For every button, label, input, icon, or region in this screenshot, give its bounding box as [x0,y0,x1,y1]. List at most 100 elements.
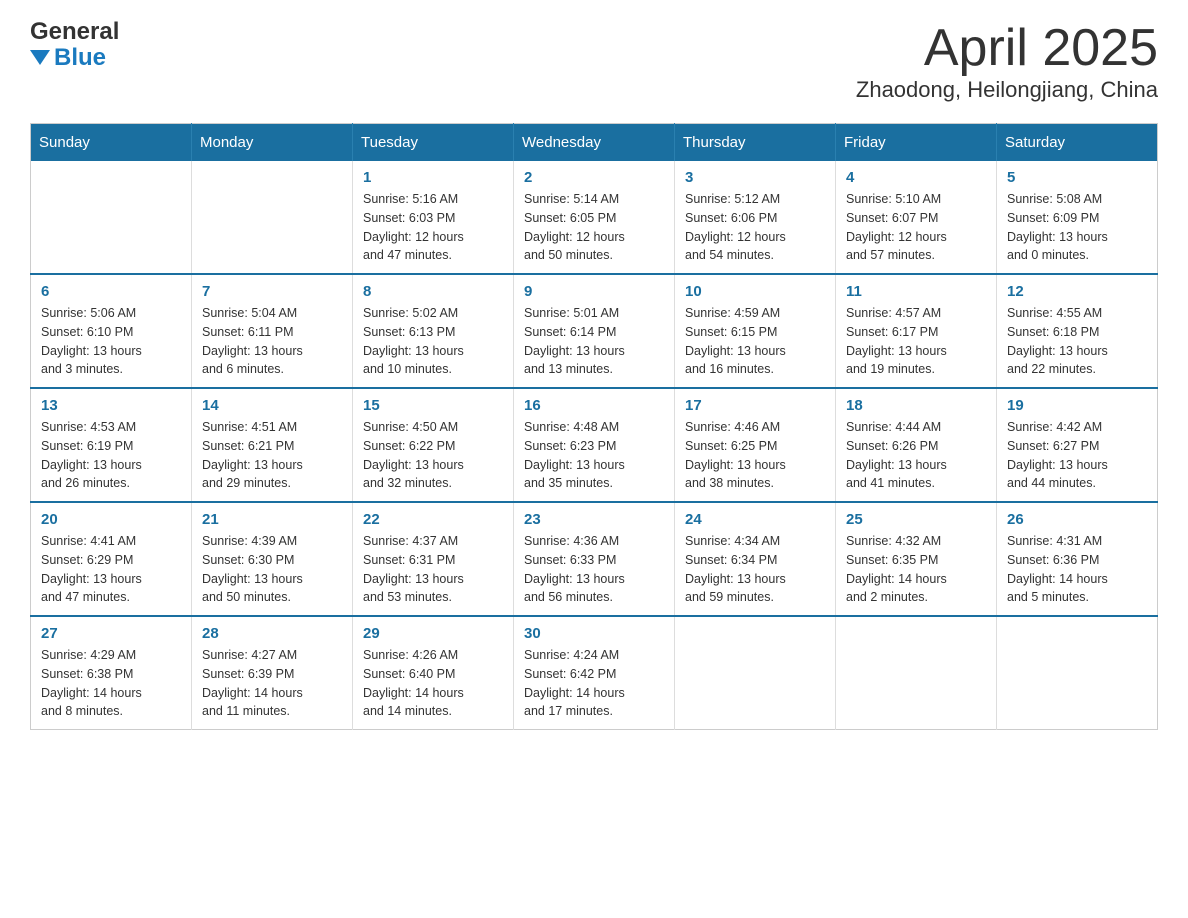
calendar-header-thursday: Thursday [675,124,836,162]
day-number: 15 [363,397,503,414]
day-info: Sunrise: 5:12 AM Sunset: 6:06 PM Dayligh… [685,190,825,265]
day-number: 18 [846,397,986,414]
calendar-cell: 6 Sunrise: 5:06 AM Sunset: 6:10 PM Daylig… [31,274,192,388]
calendar-header-friday: Friday [836,124,997,162]
day-info: Sunrise: 4:46 AM Sunset: 6:25 PM Dayligh… [685,418,825,493]
day-number: 14 [202,397,342,414]
logo: General Blue [30,20,119,72]
calendar-cell: 27Sunrise: 4:29 AM Sunset: 6:38 PM Dayli… [31,616,192,730]
calendar-header-wednesday: Wednesday [514,124,675,162]
day-info: Sunrise: 4:57 AM Sunset: 6:17 PM Dayligh… [846,304,986,379]
day-number: 21 [202,511,342,528]
day-info: Sunrise: 4:42 AM Sunset: 6:27 PM Dayligh… [1007,418,1147,493]
day-number: 20 [41,511,181,528]
calendar-cell: 7Sunrise: 5:04 AM Sunset: 6:11 PM Daylig… [192,274,353,388]
calendar-cell: 21 Sunrise: 4:39 AM Sunset: 6:30 PM Dayli… [192,502,353,616]
day-info: Sunrise: 4:36 AM Sunset: 6:33 PM Dayligh… [524,532,664,607]
day-number: 1 [363,169,503,186]
day-info: Sunrise: 4:34 AM Sunset: 6:34 PM Dayligh… [685,532,825,607]
calendar-header-row: SundayMondayTuesdayWednesdayThursdayFrid… [31,124,1158,162]
calendar-cell: 20 Sunrise: 4:41 AM Sunset: 6:29 PM Dayli… [31,502,192,616]
day-info: Sunrise: 4:48 AM Sunset: 6:23 PM Dayligh… [524,418,664,493]
calendar-week-5: 27Sunrise: 4:29 AM Sunset: 6:38 PM Dayli… [31,616,1158,730]
calendar-cell: 28 Sunrise: 4:27 AM Sunset: 6:39 PM Dayli… [192,616,353,730]
day-info: Sunrise: 4:53 AM Sunset: 6:19 PM Dayligh… [41,418,181,493]
day-info: Sunrise: 4:41 AM Sunset: 6:29 PM Dayligh… [41,532,181,607]
day-info: Sunrise: 5:14 AM Sunset: 6:05 PM Dayligh… [524,190,664,265]
day-number: 6 [41,283,181,300]
day-info: Sunrise: 5:02 AM Sunset: 6:13 PM Dayligh… [363,304,503,379]
calendar-week-1: 1Sunrise: 5:16 AM Sunset: 6:03 PM Daylig… [31,161,1158,274]
day-info: Sunrise: 5:06 AM Sunset: 6:10 PM Dayligh… [41,304,181,379]
page-header: General Blue April 2025 Zhaodong, Heilon… [30,20,1158,103]
day-info: Sunrise: 4:37 AM Sunset: 6:31 PM Dayligh… [363,532,503,607]
month-title: April 2025 [856,20,1158,77]
triangle-icon [30,50,50,65]
day-number: 11 [846,283,986,300]
calendar-cell: 19 Sunrise: 4:42 AM Sunset: 6:27 PM Dayli… [997,388,1158,502]
calendar-cell: 4 Sunrise: 5:10 AM Sunset: 6:07 PM Daylig… [836,161,997,274]
calendar-week-2: 6 Sunrise: 5:06 AM Sunset: 6:10 PM Daylig… [31,274,1158,388]
day-info: Sunrise: 4:32 AM Sunset: 6:35 PM Dayligh… [846,532,986,607]
day-info: Sunrise: 4:55 AM Sunset: 6:18 PM Dayligh… [1007,304,1147,379]
day-number: 28 [202,625,342,642]
day-number: 19 [1007,397,1147,414]
day-number: 16 [524,397,664,414]
day-number: 17 [685,397,825,414]
calendar-cell: 24Sunrise: 4:34 AM Sunset: 6:34 PM Dayli… [675,502,836,616]
calendar-cell: 17 Sunrise: 4:46 AM Sunset: 6:25 PM Dayli… [675,388,836,502]
day-number: 25 [846,511,986,528]
logo-line2: Blue [30,44,106,72]
day-number: 3 [685,169,825,186]
day-number: 10 [685,283,825,300]
day-number: 23 [524,511,664,528]
day-info: Sunrise: 5:01 AM Sunset: 6:14 PM Dayligh… [524,304,664,379]
calendar-cell: 9 Sunrise: 5:01 AM Sunset: 6:14 PM Daylig… [514,274,675,388]
logo-line1: General [30,20,119,44]
calendar-cell: 22 Sunrise: 4:37 AM Sunset: 6:31 PM Dayli… [353,502,514,616]
day-number: 13 [41,397,181,414]
calendar-cell: 10 Sunrise: 4:59 AM Sunset: 6:15 PM Dayli… [675,274,836,388]
calendar-cell: 30 Sunrise: 4:24 AM Sunset: 6:42 PM Dayli… [514,616,675,730]
day-info: Sunrise: 5:08 AM Sunset: 6:09 PM Dayligh… [1007,190,1147,265]
day-info: Sunrise: 4:39 AM Sunset: 6:30 PM Dayligh… [202,532,342,607]
day-info: Sunrise: 4:27 AM Sunset: 6:39 PM Dayligh… [202,646,342,721]
day-number: 22 [363,511,503,528]
calendar-cell: 13 Sunrise: 4:53 AM Sunset: 6:19 PM Dayli… [31,388,192,502]
day-info: Sunrise: 4:44 AM Sunset: 6:26 PM Dayligh… [846,418,986,493]
calendar-cell [836,616,997,730]
calendar-cell [31,161,192,274]
calendar-cell: 2Sunrise: 5:14 AM Sunset: 6:05 PM Daylig… [514,161,675,274]
calendar-cell: 25 Sunrise: 4:32 AM Sunset: 6:35 PM Dayli… [836,502,997,616]
calendar-cell: 1Sunrise: 5:16 AM Sunset: 6:03 PM Daylig… [353,161,514,274]
calendar-header-monday: Monday [192,124,353,162]
calendar-cell: 15 Sunrise: 4:50 AM Sunset: 6:22 PM Dayli… [353,388,514,502]
day-number: 12 [1007,283,1147,300]
day-info: Sunrise: 4:50 AM Sunset: 6:22 PM Dayligh… [363,418,503,493]
day-info: Sunrise: 4:24 AM Sunset: 6:42 PM Dayligh… [524,646,664,721]
location-title: Zhaodong, Heilongjiang, China [856,77,1158,103]
calendar-cell: 11 Sunrise: 4:57 AM Sunset: 6:17 PM Dayli… [836,274,997,388]
day-info: Sunrise: 5:04 AM Sunset: 6:11 PM Dayligh… [202,304,342,379]
calendar-week-3: 13 Sunrise: 4:53 AM Sunset: 6:19 PM Dayli… [31,388,1158,502]
calendar-cell: 29 Sunrise: 4:26 AM Sunset: 6:40 PM Dayli… [353,616,514,730]
day-number: 30 [524,625,664,642]
day-number: 4 [846,169,986,186]
day-info: Sunrise: 4:51 AM Sunset: 6:21 PM Dayligh… [202,418,342,493]
title-block: April 2025 Zhaodong, Heilongjiang, China [856,20,1158,103]
day-number: 29 [363,625,503,642]
day-info: Sunrise: 4:29 AM Sunset: 6:38 PM Dayligh… [41,646,181,721]
day-number: 8 [363,283,503,300]
calendar-cell: 26Sunrise: 4:31 AM Sunset: 6:36 PM Dayli… [997,502,1158,616]
calendar-cell [997,616,1158,730]
calendar-header-saturday: Saturday [997,124,1158,162]
day-number: 9 [524,283,664,300]
day-info: Sunrise: 4:31 AM Sunset: 6:36 PM Dayligh… [1007,532,1147,607]
day-info: Sunrise: 5:10 AM Sunset: 6:07 PM Dayligh… [846,190,986,265]
day-number: 5 [1007,169,1147,186]
calendar-cell [192,161,353,274]
calendar-cell: 8 Sunrise: 5:02 AM Sunset: 6:13 PM Daylig… [353,274,514,388]
calendar-cell: 3 Sunrise: 5:12 AM Sunset: 6:06 PM Daylig… [675,161,836,274]
day-info: Sunrise: 4:59 AM Sunset: 6:15 PM Dayligh… [685,304,825,379]
day-info: Sunrise: 4:26 AM Sunset: 6:40 PM Dayligh… [363,646,503,721]
